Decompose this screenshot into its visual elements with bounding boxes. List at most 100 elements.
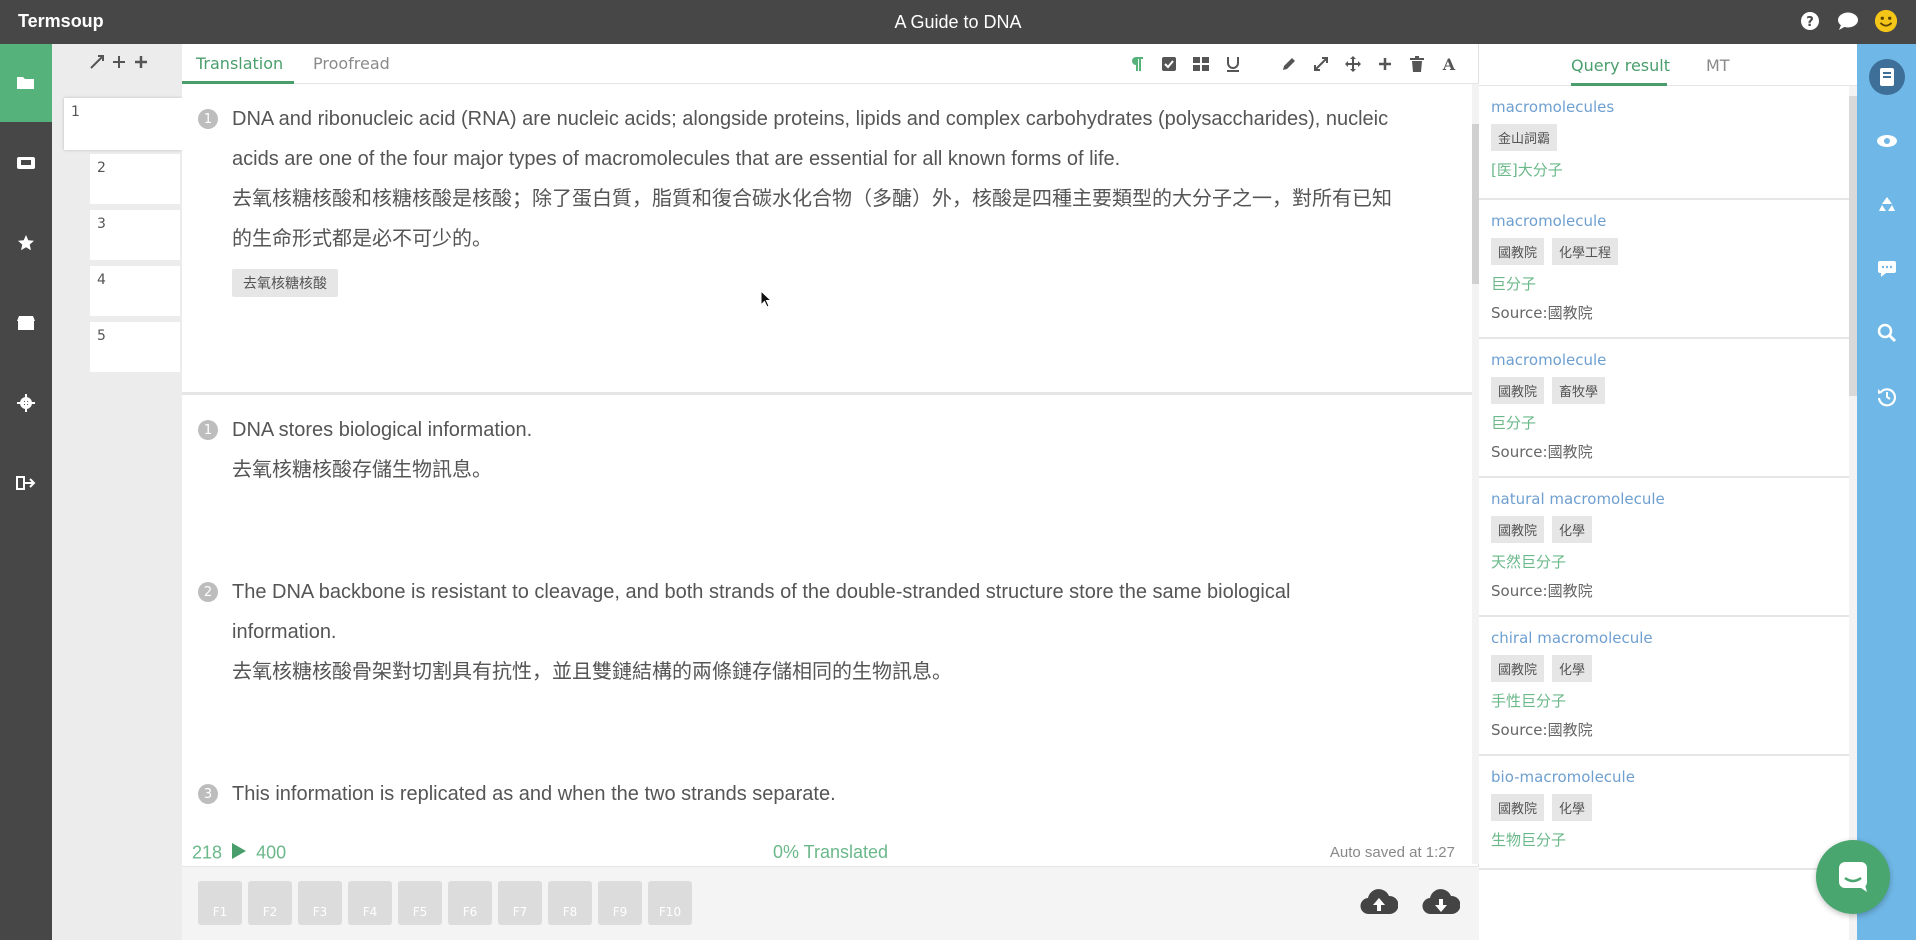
function-key[interactable]: F3 <box>298 881 342 925</box>
function-key[interactable]: F10 <box>648 881 692 925</box>
star-icon[interactable] <box>0 204 52 282</box>
scrollbar-thumb[interactable] <box>1849 96 1857 396</box>
active-segment[interactable]: 1 DNA and ribonucleic acid (RNA) are nuc… <box>198 99 1398 297</box>
tab-proofread[interactable]: Proofread <box>313 54 390 73</box>
scrollbar-thumb[interactable] <box>1472 124 1479 284</box>
result-term[interactable]: bio-macromolecule <box>1491 768 1837 786</box>
result-source: Source:國教院 <box>1491 721 1593 739</box>
result-card[interactable]: natural macromolecule 國教院 化學 天然巨分子 Source… <box>1479 478 1849 617</box>
svg-text:?: ? <box>1806 15 1814 30</box>
function-key[interactable]: F4 <box>348 881 392 925</box>
glossary-tag[interactable]: 去氧核糖核酸 <box>232 269 338 297</box>
function-key[interactable]: F5 <box>398 881 442 925</box>
folder-icon[interactable] <box>0 44 52 122</box>
editor-scrollbar[interactable] <box>1472 84 1479 864</box>
thumbnail-page[interactable]: 2 <box>90 154 180 204</box>
segment-target[interactable]: 去氧核糖核酸骨架對切割具有抗性，並且雙鏈結構的兩條鏈存儲相同的生物訊息。 <box>232 652 1398 692</box>
function-key[interactable]: F1 <box>198 881 242 925</box>
compress-icon[interactable] <box>90 54 104 73</box>
logout-icon[interactable] <box>0 444 52 522</box>
tab-query-result[interactable]: Query result <box>1571 56 1670 75</box>
result-card[interactable]: chiral macromolecule 國教院 化學 手性巨分子 Source:… <box>1479 617 1849 756</box>
result-card[interactable]: macromolecules 金山詞霸 [医]大分子 <box>1479 86 1849 200</box>
thumbnail-page[interactable]: 5 <box>90 322 180 372</box>
result-translation[interactable]: [医]大分子 <box>1491 159 1837 180</box>
result-translation[interactable]: 手性巨分子 <box>1491 690 1837 711</box>
top-bar: Termsoup A Guide to DNA ? <box>0 0 1916 44</box>
thumbnail-page[interactable]: 3 <box>90 210 180 260</box>
result-translation[interactable]: 巨分子 <box>1491 412 1837 433</box>
function-key[interactable]: F6 <box>448 881 492 925</box>
results-scrollbar[interactable] <box>1849 86 1857 940</box>
smiley-icon[interactable] <box>1874 9 1898 33</box>
store-icon[interactable] <box>0 284 52 362</box>
underline-icon[interactable] <box>1223 54 1243 74</box>
trash-icon[interactable] <box>1407 54 1427 74</box>
result-term[interactable]: macromolecule <box>1491 351 1837 369</box>
grid-icon[interactable] <box>1191 54 1211 74</box>
source-chip: 金山詞霸 <box>1491 124 1558 151</box>
source-chip: 國教院 <box>1491 238 1545 265</box>
segment-source: The DNA backbone is resistant to cleavag… <box>232 581 1291 643</box>
plus-icon[interactable] <box>134 54 148 73</box>
function-key[interactable]: F9 <box>598 881 642 925</box>
compress-icon[interactable] <box>1311 54 1331 74</box>
eye-icon[interactable] <box>1857 116 1916 166</box>
recycle-icon[interactable] <box>1857 180 1916 230</box>
domain-chip: 化學 <box>1552 655 1593 682</box>
function-key[interactable]: F2 <box>248 881 292 925</box>
thumbnail-page[interactable]: 1 <box>64 98 182 150</box>
font-icon[interactable]: A <box>1439 54 1459 74</box>
result-card[interactable]: macromolecule 國教院 畜牧學 巨分子 Source:國教院 <box>1479 339 1849 478</box>
plus-icon[interactable] <box>1375 54 1395 74</box>
result-term[interactable]: natural macromolecule <box>1491 490 1837 508</box>
editor-panel: Translation Proofread A 1 DNA and ribonu… <box>182 44 1479 940</box>
segment[interactable]: 2 The DNA backbone is resistant to cleav… <box>198 572 1398 692</box>
segment-divider <box>182 392 1472 395</box>
result-term[interactable]: chiral macromolecule <box>1491 629 1837 647</box>
domain-chip: 化學 <box>1552 516 1593 543</box>
archive-icon[interactable] <box>0 124 52 202</box>
mouse-cursor <box>760 289 773 312</box>
function-keys-bar: F1 F2 F3 F4 F5 F6 F7 F8 F9 F10 <box>182 866 1479 940</box>
left-nav <box>0 44 52 940</box>
cloud-download-icon[interactable] <box>1422 887 1461 917</box>
pilcrow-icon[interactable] <box>1127 54 1147 74</box>
chat-icon[interactable] <box>1836 9 1860 33</box>
result-card[interactable]: bio-macromolecule 國教院 化學 生物巨分子 <box>1479 756 1849 870</box>
result-term[interactable]: macromolecules <box>1491 98 1837 116</box>
segment-number: 1 <box>198 109 218 129</box>
svg-text:A: A <box>1442 56 1456 72</box>
result-term[interactable]: macromolecule <box>1491 212 1837 230</box>
move-icon[interactable] <box>112 54 126 73</box>
result-translation[interactable]: 巨分子 <box>1491 273 1837 294</box>
tab-mt[interactable]: MT <box>1706 56 1730 75</box>
result-source: Source:國教院 <box>1491 443 1593 461</box>
toolbar-spacer <box>1255 54 1267 74</box>
function-key[interactable]: F8 <box>548 881 592 925</box>
query-panel: Query result MT macromolecules 金山詞霸 [医]大… <box>1479 44 1857 940</box>
result-translation[interactable]: 生物巨分子 <box>1491 829 1837 850</box>
segment[interactable]: 1 DNA stores biological information. 去氧核… <box>198 410 1398 490</box>
comment-icon[interactable] <box>1857 244 1916 294</box>
segment-number: 1 <box>198 420 218 440</box>
function-key[interactable]: F7 <box>498 881 542 925</box>
segment-target[interactable]: 去氧核糖核酸存儲生物訊息。 <box>232 450 1398 490</box>
book-icon[interactable] <box>1857 52 1916 102</box>
tab-translation[interactable]: Translation <box>196 54 283 73</box>
segment[interactable]: 3 This information is replicated as and … <box>198 774 1398 814</box>
segment-target-input[interactable]: 去氧核糖核酸和核糖核酸是核酸；除了蛋白質，脂質和復合碳水化合物（多醣）外，核酸是… <box>232 179 1398 259</box>
help-icon[interactable]: ? <box>1798 9 1822 33</box>
gear-icon[interactable] <box>0 364 52 442</box>
support-chat-button[interactable] <box>1816 840 1890 914</box>
result-translation[interactable]: 天然巨分子 <box>1491 551 1837 572</box>
cloud-upload-icon[interactable] <box>1360 887 1399 917</box>
checkbox-icon[interactable] <box>1159 54 1179 74</box>
thumbnail-page[interactable]: 4 <box>90 266 180 316</box>
history-icon[interactable] <box>1857 372 1916 422</box>
document-title: A Guide to DNA <box>894 12 1022 32</box>
result-card[interactable]: macromolecule 國教院 化學工程 巨分子 Source:國教院 <box>1479 200 1849 339</box>
search-icon[interactable] <box>1857 308 1916 358</box>
pencil-icon[interactable] <box>1279 54 1299 74</box>
move-icon[interactable] <box>1343 54 1363 74</box>
